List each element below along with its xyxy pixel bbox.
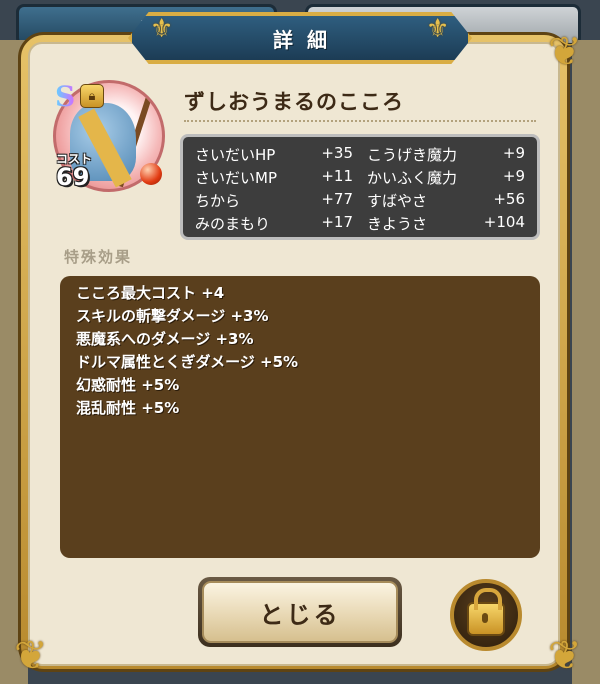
orb-icon — [140, 163, 162, 185]
cost-value: 69 — [56, 163, 90, 191]
divider — [184, 120, 536, 122]
dialog-title-banner: 詳細 — [128, 12, 472, 64]
stat-row: ちから +77 すばやさ +56 — [195, 189, 525, 212]
stat-label: こうげき魔力 — [367, 146, 458, 164]
corner-ornament-bottom-left: ❦ — [14, 633, 48, 679]
stat-row: さいだいHP +35 こうげき魔力 +9 — [195, 143, 525, 166]
close-button[interactable]: とじる — [198, 577, 402, 647]
stat-label: かいふく魔力 — [367, 169, 458, 187]
stat-label: さいだいHP — [195, 146, 276, 164]
effects-section-label: 特殊効果 — [64, 248, 133, 266]
stat-label: きようさ — [367, 215, 428, 233]
stat-value: +9 — [502, 144, 525, 162]
stat-label: ちから — [195, 192, 241, 210]
stat-row: さいだいMP +11 かいふく魔力 +9 — [195, 166, 525, 189]
lock-icon: 🔒︎ — [80, 84, 104, 108]
stats-table: さいだいHP +35 こうげき魔力 +9 さいだいMP +11 かいふく魔力 +9 ちか… — [180, 134, 540, 240]
stat-value: +11 — [321, 167, 353, 185]
effect-line: 悪魔系へのダメージ +3% — [76, 330, 254, 348]
stat-value: +9 — [502, 167, 525, 185]
effect-line: スキルの斬撃ダメージ +3% — [76, 307, 269, 325]
stat-row: みのまもり +17 きようさ +104 — [195, 212, 525, 235]
stat-value: +17 — [321, 213, 353, 231]
background-side-right — [572, 40, 600, 684]
stat-value: +104 — [483, 213, 525, 231]
stat-value: +56 — [493, 190, 525, 208]
corner-ornament-top-right: ❦ — [548, 29, 582, 75]
effect-line: 混乱耐性 +5% — [76, 399, 180, 417]
effect-line: ドルマ属性とくぎダメージ +5% — [76, 353, 299, 371]
stat-value: +77 — [321, 190, 353, 208]
lock-button[interactable] — [450, 579, 522, 651]
dialog-title: 詳細 — [273, 27, 341, 52]
fleur-de-lis-icon: ⚜ — [426, 14, 450, 44]
effect-line: こころ最大コスト +4 — [76, 284, 225, 302]
stat-label: みのまもり — [195, 215, 271, 233]
rank-badge: S — [55, 80, 76, 113]
corner-ornament-bottom-right: ❦ — [548, 633, 582, 679]
effects-box: こころ最大コスト +4 スキルの斬撃ダメージ +3% 悪魔系へのダメージ +3%… — [60, 276, 540, 558]
stat-label: すばやさ — [367, 192, 428, 210]
fleur-de-lis-icon: ⚜ — [150, 14, 174, 44]
item-name: ずしおうまるのこころ — [184, 90, 404, 114]
lock-icon — [467, 588, 505, 636]
stat-label: さいだいMP — [195, 169, 277, 187]
stat-value: +35 — [321, 144, 353, 162]
close-button-label: とじる — [202, 581, 398, 643]
effect-line: 幻惑耐性 +5% — [76, 376, 180, 394]
